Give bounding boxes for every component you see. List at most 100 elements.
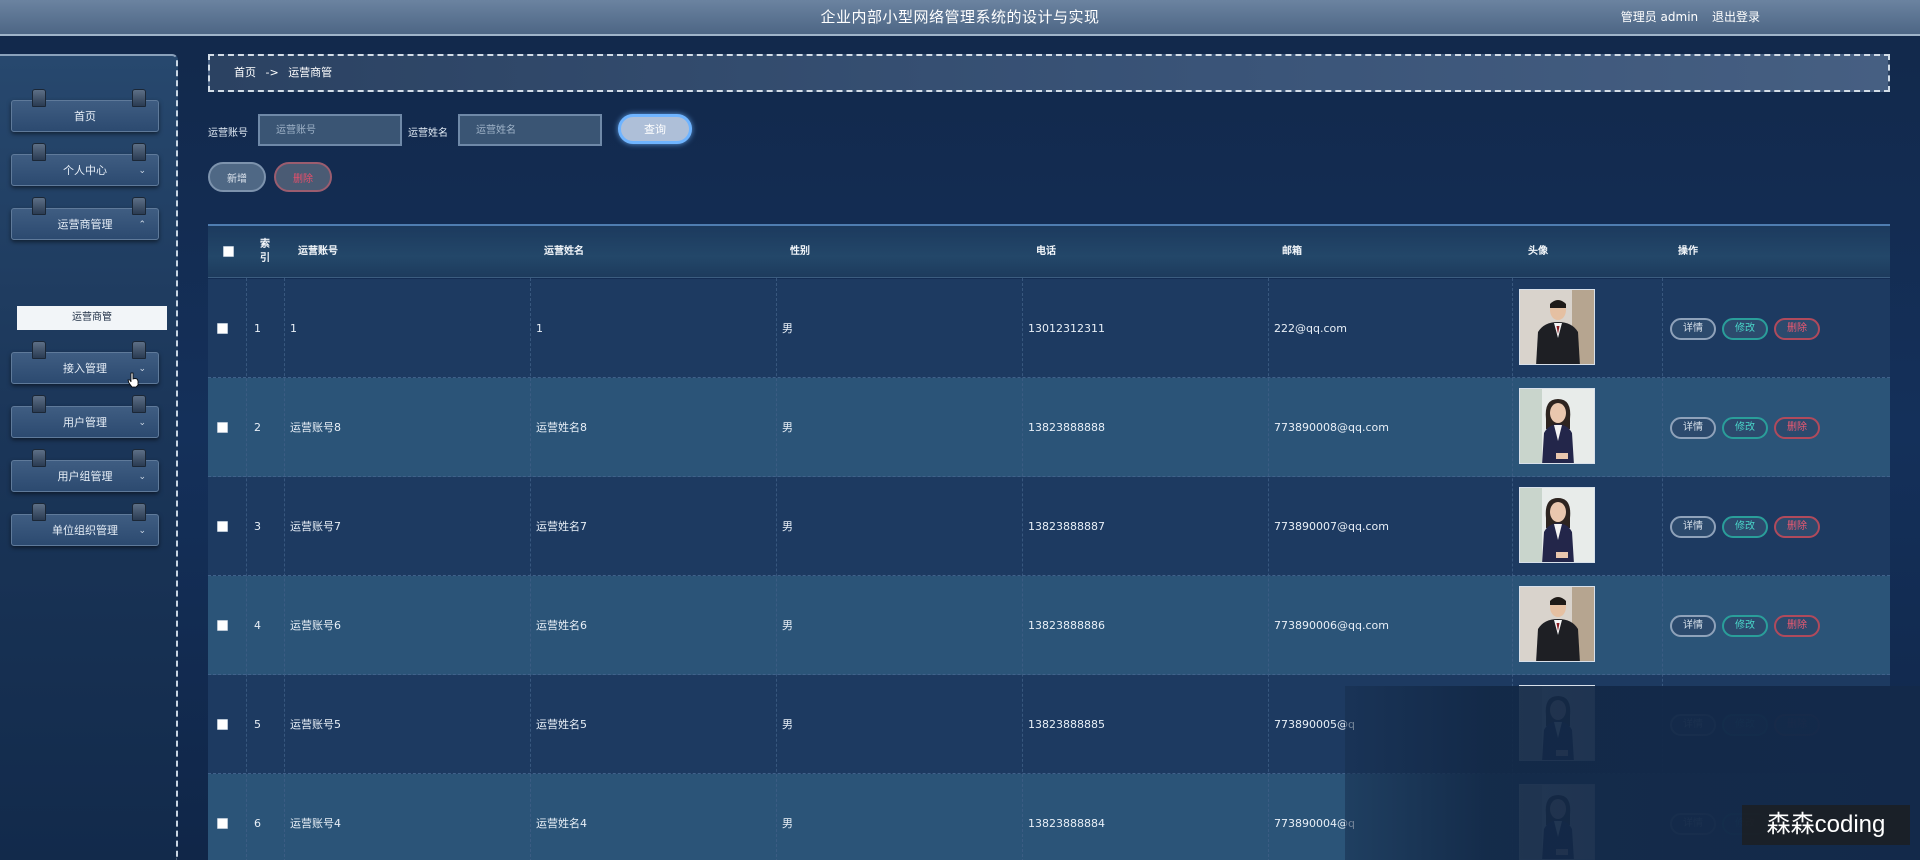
sidebar-item-personal-center[interactable]: 个人中心 ⌄ bbox=[11, 143, 159, 186]
table-row: 2 运营账号8 运营姓名8 男 13823888888 773890008@qq.com 详… bbox=[208, 378, 1890, 477]
cell-gender: 男 bbox=[782, 520, 793, 533]
cell-account: 运营账号8 bbox=[290, 421, 341, 434]
sidebar-item-label: 用户组管理 bbox=[57, 470, 113, 483]
sidebar-item-label: 接入管理 bbox=[63, 362, 107, 375]
row-checkbox[interactable] bbox=[217, 719, 228, 730]
header-phone: 电话 bbox=[1036, 246, 1056, 257]
cell-gender: 男 bbox=[782, 718, 793, 731]
sidebar-item-organization-management[interactable]: 单位组织管理 ⌄ bbox=[11, 503, 159, 546]
table-row: 4 运营账号6 运营姓名6 男 13823888886 773890006@qq.com 详… bbox=[208, 576, 1890, 675]
cell-email: 773890007@qq.com bbox=[1274, 520, 1389, 533]
add-button[interactable]: 新增 bbox=[208, 162, 266, 192]
header-index-bottom: 引 bbox=[260, 253, 270, 264]
cell-phone: 13823888887 bbox=[1028, 520, 1105, 533]
account-label: 运营账号 bbox=[208, 128, 248, 139]
header-email: 邮箱 bbox=[1282, 246, 1302, 257]
edit-button[interactable]: 修改 bbox=[1722, 318, 1768, 340]
query-button[interactable]: 查询 bbox=[618, 114, 692, 144]
table-header: 索 引 运营账号 运营姓名 性别 电话 邮箱 头像 操作 bbox=[208, 226, 1890, 278]
cell-account: 1 bbox=[290, 322, 297, 335]
cell-email: 773890008@qq.com bbox=[1274, 421, 1389, 434]
edit-button[interactable]: 修改 bbox=[1722, 615, 1768, 637]
cell-account: 运营账号6 bbox=[290, 619, 341, 632]
sidebar-subitem-operator[interactable]: 运营商管 bbox=[17, 306, 167, 330]
detail-button[interactable]: 详情 bbox=[1670, 318, 1716, 340]
clip-decoration bbox=[32, 89, 46, 107]
column-divider bbox=[284, 278, 285, 860]
clip-decoration bbox=[32, 341, 46, 359]
detail-button[interactable]: 详情 bbox=[1670, 615, 1716, 637]
batch-delete-button[interactable]: 删除 bbox=[274, 162, 332, 192]
sidebar-item-label: 运营商管理 bbox=[57, 218, 113, 231]
select-all-checkbox[interactable] bbox=[223, 246, 234, 257]
user-area: 管理员 admin 退出登录 bbox=[1621, 8, 1760, 25]
cell-name: 运营姓名6 bbox=[536, 619, 587, 632]
row-checkbox[interactable] bbox=[217, 323, 228, 334]
clip-decoration bbox=[32, 395, 46, 413]
cell-email: 773890006@qq.com bbox=[1274, 619, 1389, 632]
cell-email: 222@qq.com bbox=[1274, 322, 1347, 335]
delete-button[interactable]: 删除 bbox=[1774, 318, 1820, 340]
breadcrumb-separator: -> bbox=[265, 66, 279, 79]
cell-phone: 13823888886 bbox=[1028, 619, 1105, 632]
delete-button[interactable]: 删除 bbox=[1774, 417, 1820, 439]
row-checkbox[interactable] bbox=[217, 620, 228, 631]
cell-phone: 13823888885 bbox=[1028, 718, 1105, 731]
header-avatar: 头像 bbox=[1528, 246, 1548, 257]
edit-button[interactable]: 修改 bbox=[1722, 516, 1768, 538]
admin-label: 管理员 admin bbox=[1620, 10, 1699, 24]
cell-phone: 13823888884 bbox=[1028, 817, 1105, 830]
column-divider bbox=[1268, 278, 1269, 860]
chevron-down-icon: ⌄ bbox=[138, 526, 146, 536]
top-bar: 企业内部小型网络管理系统的设计与实现 管理员 admin 退出登录 bbox=[0, 0, 1920, 36]
edit-button[interactable]: 修改 bbox=[1722, 417, 1768, 439]
sidebar-item-usergroup-management[interactable]: 用户组管理 ⌄ bbox=[11, 449, 159, 492]
avatar-image bbox=[1519, 487, 1595, 563]
header-ops: 操作 bbox=[1678, 246, 1698, 257]
chevron-down-icon: ⌄ bbox=[138, 364, 146, 374]
cell-name: 运营姓名4 bbox=[536, 817, 587, 830]
clip-decoration bbox=[132, 89, 146, 107]
header-index-top: 索 bbox=[260, 239, 270, 250]
hand-cursor-icon bbox=[127, 372, 139, 388]
clip-decoration bbox=[32, 503, 46, 521]
column-divider bbox=[246, 278, 247, 860]
breadcrumb-current: 运营商管 bbox=[288, 66, 333, 79]
delete-button[interactable]: 删除 bbox=[1774, 615, 1820, 637]
cell-gender: 男 bbox=[782, 322, 793, 335]
cell-index: 1 bbox=[254, 322, 261, 335]
name-search-input[interactable] bbox=[458, 114, 602, 146]
row-checkbox[interactable] bbox=[217, 422, 228, 433]
chevron-up-icon: ⌃ bbox=[138, 220, 146, 230]
logout-link[interactable]: 退出登录 bbox=[1712, 10, 1760, 24]
row-checkbox[interactable] bbox=[217, 521, 228, 532]
account-search-input[interactable] bbox=[258, 114, 402, 146]
breadcrumb-home[interactable]: 首页 bbox=[234, 66, 256, 79]
avatar-image bbox=[1519, 388, 1595, 464]
header-name: 运营姓名 bbox=[544, 246, 584, 257]
clip-decoration bbox=[32, 143, 46, 161]
sidebar-item-label: 个人中心 bbox=[63, 164, 107, 177]
sidebar-item-operator-management[interactable]: 运营商管理 ⌃ bbox=[11, 197, 159, 240]
chevron-down-icon: ⌄ bbox=[138, 166, 146, 176]
detail-button[interactable]: 详情 bbox=[1670, 516, 1716, 538]
watermark: 森森coding bbox=[1742, 805, 1910, 845]
sidebar-item-user-management[interactable]: 用户管理 ⌄ bbox=[11, 395, 159, 438]
sidebar-item-home[interactable]: 首页 bbox=[11, 89, 159, 132]
cell-index: 5 bbox=[254, 718, 261, 731]
cell-gender: 男 bbox=[782, 421, 793, 434]
delete-button[interactable]: 删除 bbox=[1774, 516, 1820, 538]
detail-button[interactable]: 详情 bbox=[1670, 417, 1716, 439]
cell-index: 2 bbox=[254, 421, 261, 434]
row-checkbox[interactable] bbox=[217, 818, 228, 829]
table-row: 1 1 1 男 13012312311 222@qq.com 详情 修改 删除 bbox=[208, 279, 1890, 378]
cell-name: 运营姓名5 bbox=[536, 718, 587, 731]
clip-decoration bbox=[32, 449, 46, 467]
cell-gender: 男 bbox=[782, 619, 793, 632]
sidebar: 首页 个人中心 ⌄ 运营商管理 ⌃ 运营商管 接入管理 ⌄ 用户管理 ⌄ 用户组… bbox=[0, 54, 178, 860]
cell-email: 773890004@q bbox=[1274, 817, 1355, 830]
breadcrumb: 首页 -> 运营商管 bbox=[208, 54, 1890, 92]
cell-account: 运营账号7 bbox=[290, 520, 341, 533]
cell-name: 运营姓名8 bbox=[536, 421, 587, 434]
sidebar-item-label: 用户管理 bbox=[63, 416, 107, 429]
